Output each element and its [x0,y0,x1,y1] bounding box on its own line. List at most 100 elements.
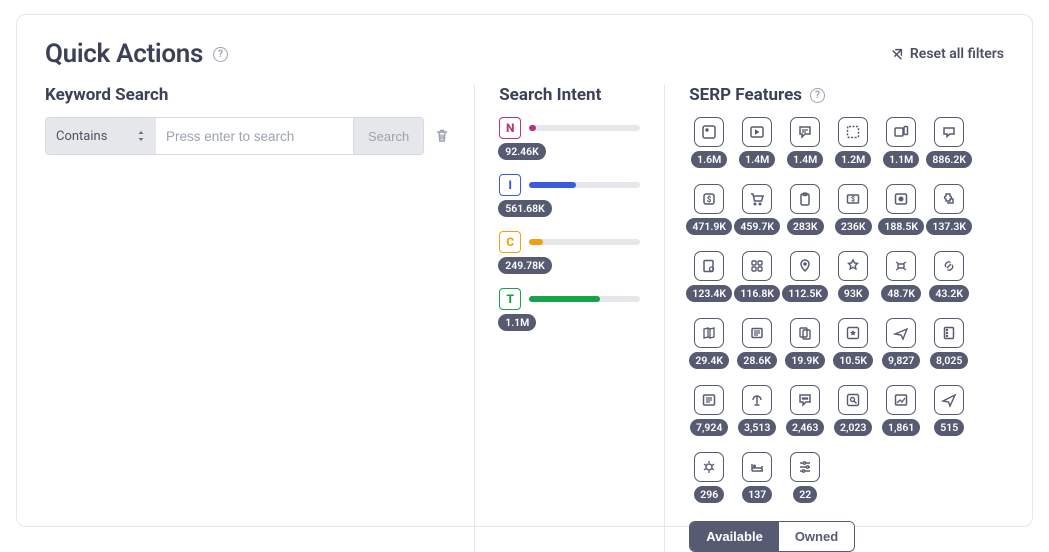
intent-count-badge: 92.46K [498,143,546,160]
intent-letter-icon: I [499,174,521,196]
keyword-search-input[interactable] [156,118,353,154]
toggle-owned[interactable]: Owned [779,522,854,551]
serp-count-badge: 459.7K [734,218,780,235]
news-icon [694,385,724,415]
intent-bar [529,182,640,188]
podcast-icon [742,385,772,415]
sitelinks-icon [838,117,868,147]
serp-feature-ads[interactable]: 515 [929,385,969,436]
help-icon[interactable]: ? [213,47,228,62]
intent-letter-icon: N [499,117,521,139]
intent-count-badge: 1.1M [498,314,536,331]
serp-feature-shopping[interactable]: 459.7K [737,184,777,235]
serp-feature-featured-video[interactable]: 188.5K [881,184,921,235]
intent-count-badge: 249.78K [498,257,552,274]
trash-icon[interactable] [434,128,450,144]
reset-all-filters[interactable]: Reset all filters [890,46,1004,62]
help-icon[interactable]: ? [810,88,825,103]
serp-count-badge: 9,827 [882,352,920,369]
keyword-search-section: Keyword Search Contains Search [45,85,474,552]
serp-feature-copy[interactable]: 19.9K [785,318,825,369]
clipboard-icon [790,184,820,214]
filter-icon [790,452,820,482]
serp-ownership-toggle: Available Owned [689,521,855,552]
serp-feature-sitelinks[interactable]: 1.2M [833,117,873,168]
serp-count-badge: 1.4M [787,151,823,168]
serp-feature-carousel[interactable]: 1.1M [881,117,921,168]
serp-feature-apps[interactable]: 116.8K [737,251,777,302]
intent-bar [529,296,640,302]
serp-count-badge: 8,025 [930,352,968,369]
serp-feature-paid[interactable]: 236K [833,184,873,235]
intent-item[interactable]: C 249.78K [499,231,640,274]
serp-feature-hotel[interactable]: 137 [737,452,777,503]
serp-feature-star[interactable]: 10.5K [833,318,873,369]
local-pack-icon [790,251,820,281]
serp-count-badge: 10.5K [833,352,873,369]
serp-count-badge: 116.8K [734,285,780,302]
serp-count-badge: 48.7K [881,285,921,302]
serp-feature-reviews[interactable]: 1.4M [785,117,825,168]
serp-count-badge: 29.4K [689,352,729,369]
serp-feature-filter[interactable]: 22 [785,452,825,503]
match-mode-select[interactable]: Contains [46,118,156,154]
serp-count-badge: 1.1M [883,151,919,168]
serp-count-badge: 1,861 [882,419,920,436]
serp-count-badge: 123.4K [686,285,732,302]
serp-feature-price[interactable]: 471.9K [689,184,729,235]
serp-feature-flights[interactable]: 9,827 [881,318,921,369]
serp-feature-knowledge-panel[interactable]: 123.4K [689,251,729,302]
match-mode-label: Contains [56,129,107,144]
reset-label: Reset all filters [910,46,1004,62]
popular-icon [838,251,868,281]
serp-feature-image[interactable]: 1,861 [881,385,921,436]
intent-item[interactable]: I 561.68K [499,174,640,217]
recipe-icon [742,318,772,348]
intent-count-badge: 561.68K [498,200,552,217]
intent-item[interactable]: N 92.46K [499,117,640,160]
search-page-icon [838,385,868,415]
serp-feature-clipboard[interactable]: 283K [785,184,825,235]
drone-icon [886,251,916,281]
intent-letter-icon: T [499,288,521,310]
serp-count-badge: 3,513 [738,419,776,436]
serp-feature-bug[interactable]: 296 [689,452,729,503]
serp-feature-local-pack[interactable]: 112.5K [785,251,825,302]
serp-feature-discussion[interactable]: 886.2K [929,117,969,168]
intent-letter-icon: C [499,231,521,253]
serp-feature-search-page[interactable]: 2,023 [833,385,873,436]
serp-feature-podcast[interactable]: 3,513 [737,385,777,436]
serp-count-badge: 112.5K [782,285,828,302]
search-intent-heading: Search Intent [499,85,640,105]
intent-item[interactable]: T 1.1M [499,288,640,331]
serp-count-badge: 1.4M [739,151,775,168]
serp-feature-drone[interactable]: 48.7K [881,251,921,302]
search-button[interactable]: Search [353,118,423,154]
serp-count-badge: 886.2K [926,151,972,168]
serp-feature-popular[interactable]: 93K [833,251,873,302]
star-icon [838,318,868,348]
copy-icon [790,318,820,348]
serp-feature-image-pack[interactable]: 1.6M [689,117,729,168]
intent-bar [529,239,640,245]
serp-features-heading: SERP Features [689,85,802,105]
serp-count-badge: 188.5K [878,218,924,235]
serp-feature-recipe[interactable]: 28.6K [737,318,777,369]
reset-icon [890,47,904,61]
serp-feature-video[interactable]: 1.4M [737,117,777,168]
image-icon [886,385,916,415]
toggle-available[interactable]: Available [690,522,779,551]
serp-count-badge: 93K [838,285,869,302]
serp-count-badge: 1.2M [835,151,871,168]
faq-icon [790,385,820,415]
serp-count-badge: 43.2K [929,285,969,302]
bug-icon [694,452,724,482]
serp-feature-news[interactable]: 7,924 [689,385,729,436]
serp-feature-address[interactable]: 8,025 [929,318,969,369]
knowledge-panel-icon [694,251,724,281]
serp-feature-addon[interactable]: 137.3K [929,184,969,235]
serp-feature-faq[interactable]: 2,463 [785,385,825,436]
serp-feature-map[interactable]: 29.4K [689,318,729,369]
addon-icon [934,184,964,214]
serp-feature-link[interactable]: 43.2K [929,251,969,302]
